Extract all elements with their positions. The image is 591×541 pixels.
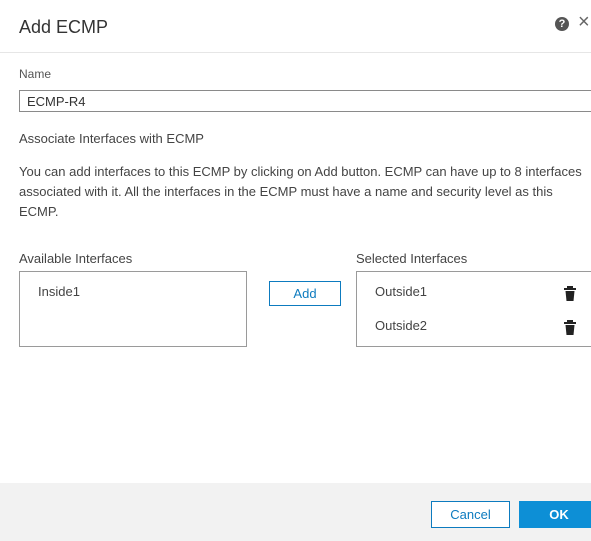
- selected-interfaces-label: Selected Interfaces: [356, 251, 468, 266]
- available-interface-item[interactable]: Inside1: [38, 284, 80, 299]
- trash-icon[interactable]: [563, 320, 577, 336]
- selected-interface-item: Outside1: [357, 278, 591, 308]
- selected-interface-item: Outside2: [357, 312, 591, 342]
- available-interfaces-label: Available Interfaces: [19, 251, 133, 266]
- associate-title: Associate Interfaces with ECMP: [19, 131, 204, 146]
- close-icon[interactable]: ×: [578, 12, 590, 32]
- name-label: Name: [19, 67, 52, 81]
- add-button[interactable]: Add: [269, 281, 341, 306]
- dialog-title: Add ECMP: [19, 17, 109, 37]
- ok-button[interactable]: OK: [519, 501, 591, 528]
- trash-icon[interactable]: [563, 286, 577, 302]
- dialog-header: Add ECMP ? ×: [0, 0, 591, 53]
- associate-description: You can add interfaces to this ECMP by c…: [19, 164, 582, 219]
- add-ecmp-dialog: Add ECMP ? × Name Associate Interfaces w…: [0, 0, 591, 541]
- cancel-button[interactable]: Cancel: [431, 501, 510, 528]
- selected-interface-label: Outside1: [375, 284, 428, 299]
- name-input[interactable]: [19, 90, 591, 112]
- help-icon[interactable]: ?: [555, 17, 569, 31]
- selected-interface-label: Outside2: [375, 318, 428, 333]
- selected-interfaces-list: Outside1 Outside2: [356, 271, 591, 347]
- available-interfaces-list: Inside1: [19, 271, 247, 347]
